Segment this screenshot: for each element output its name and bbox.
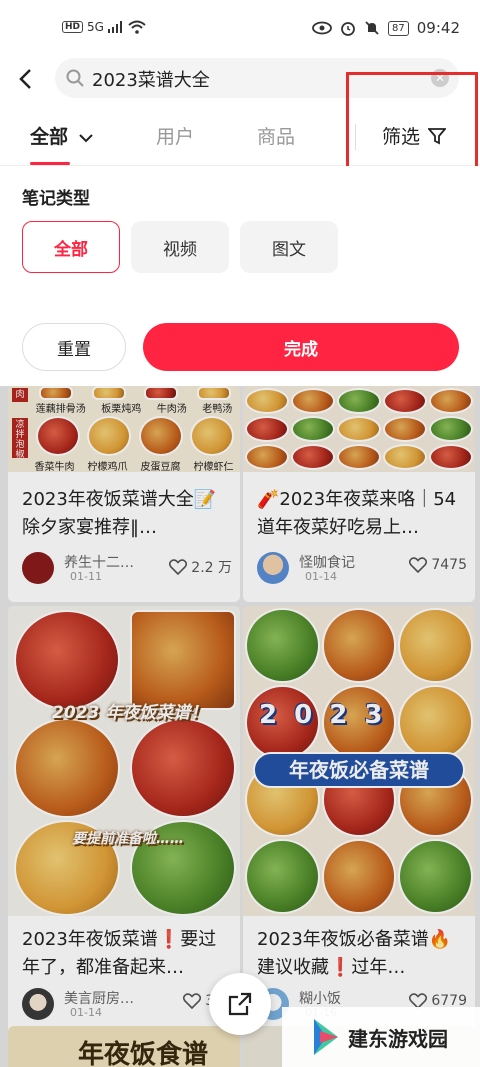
like-count[interactable]: 2.2 万 [169, 557, 232, 577]
note-card[interactable]: 肉 莲藕排骨汤 板栗炖鸡 牛肉汤 老鸭汤 凉拌泡椒 香菜牛肉 柠檬鸡爪 皮蛋豆腐… [8, 386, 240, 602]
heart-icon [169, 559, 188, 575]
note-card[interactable]: 2023 年夜饭菜谱！ 要提前准备啦…… 2023年夜饭菜谱❗要过年了，都准备起… [8, 606, 240, 1067]
alarm-icon [341, 22, 355, 36]
image-label: 要提前准备啦…… [72, 831, 184, 847]
result-feed: 肉 莲藕排骨汤 板栗炖鸡 牛肉汤 老鸭汤 凉拌泡椒 香菜牛肉 柠檬鸡爪 皮蛋豆腐… [0, 386, 480, 1067]
author-name[interactable]: 怪咖食记 [299, 552, 355, 572]
image-label: 2 0 2 3 [259, 700, 387, 730]
chip-video[interactable]: 视频 [131, 221, 229, 273]
image-label: 皮蛋豆腐 [140, 462, 181, 472]
note-cover-image [243, 386, 475, 472]
note-cover-image: 肉 莲藕排骨汤 板栗炖鸡 牛肉汤 老鸭汤 凉拌泡椒 香菜牛肉 柠檬鸡爪 皮蛋豆腐… [8, 386, 240, 472]
status-bar: HD 5G 87 09:42 [0, 0, 480, 56]
active-tab-indicator [30, 162, 70, 165]
back-button[interactable] [12, 62, 38, 96]
search-query: 2023菜谱大全 [92, 70, 210, 91]
note-title: 2023年夜饭菜谱大全📝除夕家宴推荐‖… [22, 489, 217, 538]
watermark-logo-icon [314, 1019, 338, 1055]
tab-goods[interactable]: 商品 [257, 122, 295, 149]
heart-icon [409, 557, 428, 573]
chevron-left-icon [19, 69, 31, 89]
like-count-value: 7475 [431, 557, 467, 573]
author-row: 美言厨房… 01-14 336 [22, 988, 232, 1020]
author-row: 养生十二… 01-11 2.2 万 [22, 552, 232, 584]
hd-indicator: HD [62, 21, 84, 33]
share-button[interactable] [209, 973, 271, 1035]
chip-image-text[interactable]: 图文 [240, 221, 338, 273]
image-label: 香菜牛肉 [34, 462, 75, 472]
filter-panel: 笔记类型 全部 视频 图文 重置 完成 [0, 166, 480, 386]
post-date: 01-14 [305, 570, 337, 583]
avatar[interactable] [22, 552, 54, 584]
author-name[interactable]: 糊小饭 [299, 988, 341, 1008]
eye-icon [312, 21, 332, 35]
post-date: 01-14 [70, 1006, 102, 1019]
done-button[interactable]: 完成 [143, 323, 459, 371]
note-title: 2023年夜饭菜谱❗要过年了，都准备起来… [22, 929, 217, 978]
watermark-text: 建东游戏园 [348, 1026, 448, 1051]
note-cover-image: 2 0 2 3 年夜饭必备菜谱 [243, 606, 475, 916]
note-card[interactable]: 🧨2023年夜菜来咯｜54道年夜菜好吃易上… 怪咖食记 01-14 7475 [243, 386, 475, 602]
status-right: 87 09:42 [312, 19, 460, 37]
note-title: 🧨2023年夜菜来咯｜54道年夜菜好吃易上… [257, 489, 457, 538]
image-label: 2023 年夜饭菜谱！ [52, 703, 208, 723]
share-icon [228, 992, 252, 1016]
status-left: HD 5G [62, 20, 146, 34]
note-title: 2023年夜饭必备菜谱🔥建议收藏❗过年… [257, 929, 452, 978]
image-label: 柠檬鸡爪 [87, 462, 128, 472]
chip-all[interactable]: 全部 [22, 221, 120, 273]
note-card[interactable]: 2 0 2 3 年夜饭必备菜谱 2023年夜饭必备菜谱🔥建议收藏❗过年… 糊小饭… [243, 606, 475, 1067]
tab-users[interactable]: 用户 [156, 122, 194, 149]
mute-bell-icon [365, 21, 379, 35]
image-label: 老鸭汤 [202, 404, 233, 415]
image-label: 凉拌泡椒 [12, 418, 28, 460]
next-note-preview[interactable]: 年夜饭食谱 [8, 1026, 240, 1067]
search-icon [66, 69, 84, 87]
network-indicator: 5G [87, 20, 104, 34]
image-label: 柠檬虾仁 [193, 462, 234, 472]
image-label: 莲藕排骨汤 [35, 404, 86, 415]
reset-button[interactable]: 重置 [22, 323, 126, 371]
heart-icon [183, 993, 202, 1009]
signal-icon [107, 21, 122, 33]
like-count-value: 2.2 万 [191, 560, 232, 576]
annotation-highlight-box [346, 72, 478, 178]
clock: 09:42 [416, 19, 460, 37]
wifi-icon [128, 20, 146, 34]
red-tag-icon: 肉 [12, 388, 28, 402]
avatar[interactable] [257, 552, 289, 584]
next-note-title: 年夜饭食谱 [78, 1040, 209, 1067]
avatar[interactable] [22, 988, 54, 1020]
image-label: 牛肉汤 [156, 404, 187, 415]
battery-indicator: 87 [388, 20, 409, 36]
post-date: 01-11 [70, 570, 102, 583]
note-cover-image: 2023 年夜饭菜谱！ 要提前准备啦…… [8, 606, 240, 916]
note-type-heading: 笔记类型 [22, 189, 90, 209]
image-label: 板栗炖鸡 [101, 404, 142, 415]
tab-all[interactable]: 全部 [30, 122, 93, 149]
tab-all-label: 全部 [30, 126, 69, 148]
author-row: 怪咖食记 01-14 7475 [257, 552, 467, 584]
image-label: 年夜饭必备菜谱 [253, 752, 465, 788]
like-count[interactable]: 7475 [409, 557, 467, 573]
author-name[interactable]: 养生十二… [64, 552, 134, 572]
author-name[interactable]: 美言厨房… [64, 988, 134, 1008]
chevron-down-icon [78, 134, 93, 143]
watermark: 建东游戏园 [282, 1007, 480, 1067]
